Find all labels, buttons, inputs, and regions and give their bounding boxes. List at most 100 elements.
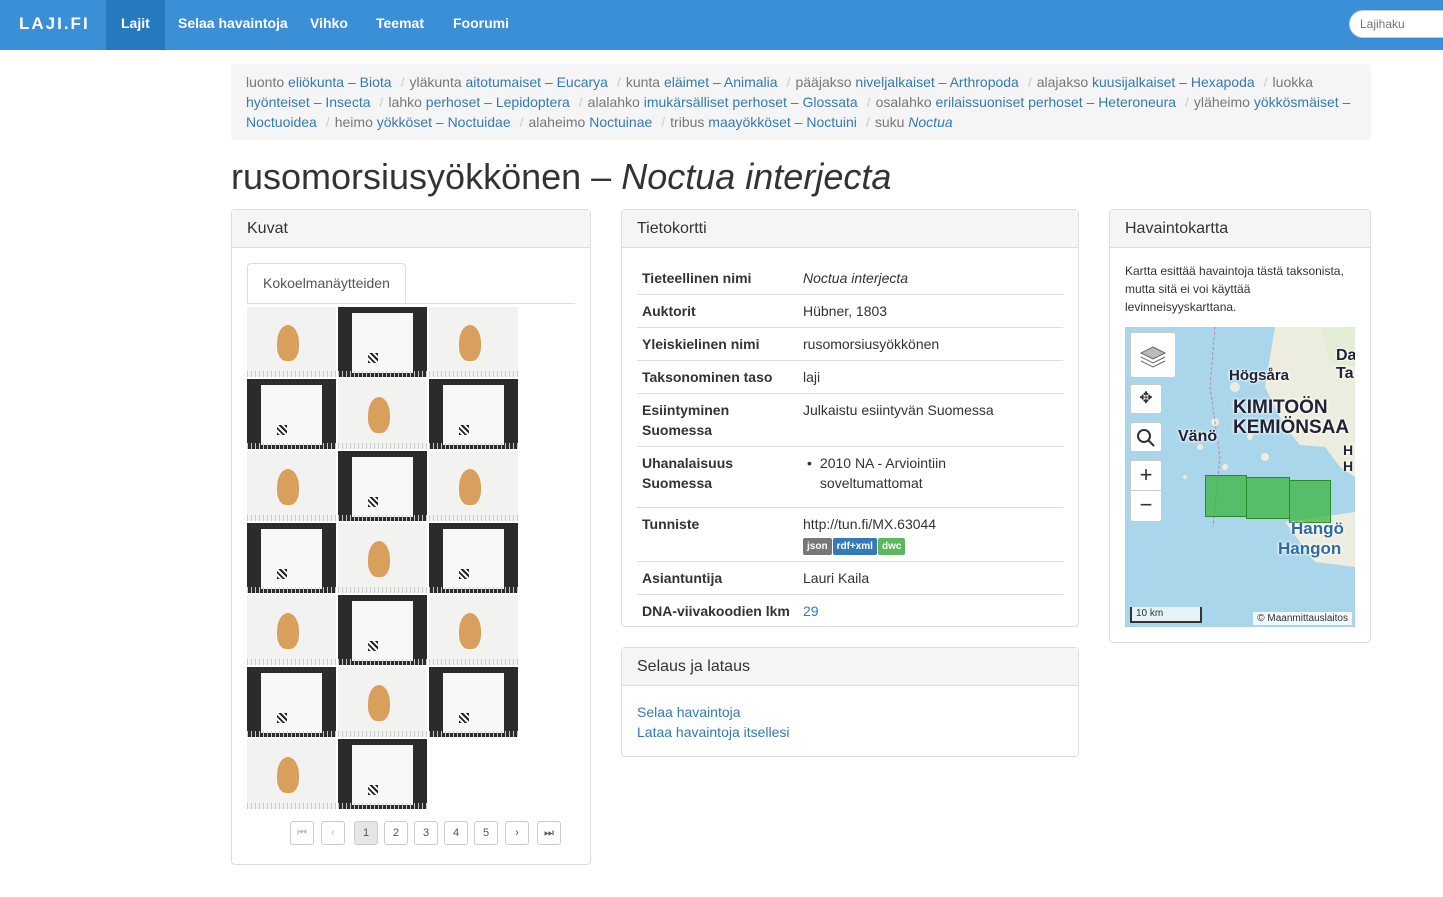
breadcrumb-link[interactable]: eliökunta – Biota — [288, 74, 392, 90]
breadcrumb-link[interactable]: hyönteiset – Insecta — [246, 94, 371, 110]
zoom-in-button[interactable]: + — [1131, 461, 1161, 491]
scale-ruler — [247, 731, 336, 737]
breadcrumb-rank: alalahko — [587, 94, 640, 110]
browse-download-panel: Selaus ja lataus Selaa havaintoja Lataa … — [621, 647, 1079, 757]
breadcrumb-link[interactable]: kuusijalkaiset – Hexapoda — [1092, 74, 1255, 90]
observation-grid-cell[interactable] — [1246, 477, 1290, 519]
breadcrumb-rank: osalahko — [875, 94, 932, 110]
layers-button[interactable] — [1130, 332, 1176, 378]
tab-divider — [247, 303, 575, 304]
rdf-xml-badge[interactable]: rdf+xml — [832, 538, 877, 555]
nav-item-foorumi[interactable]: Foorumi — [438, 0, 524, 50]
species-search-input[interactable] — [1349, 10, 1443, 38]
moth-specimen-icon — [459, 325, 481, 361]
crosshair-icon: ✥ — [1139, 390, 1153, 407]
specimen-thumbnail[interactable] — [429, 595, 518, 665]
scale-ruler — [429, 659, 518, 665]
scale-ruler — [429, 731, 518, 737]
pager-next-icon[interactable]: › — [505, 821, 529, 845]
specimen-thumbnail[interactable] — [429, 451, 518, 521]
breadcrumb-link[interactable]: Noctua — [908, 114, 952, 130]
specimen-thumbnail[interactable] — [429, 667, 518, 737]
breadcrumb-link[interactable]: aitotumaiset – Eucarya — [466, 74, 608, 90]
pager-page-2[interactable]: 2 — [384, 821, 408, 845]
moth-specimen-icon — [277, 469, 299, 505]
locate-button[interactable]: ✥ — [1130, 384, 1162, 414]
specimen-thumbnail[interactable] — [429, 379, 518, 449]
specimen-thumbnail[interactable] — [338, 379, 427, 449]
observation-grid-cell[interactable] — [1289, 480, 1331, 523]
breadcrumb-link[interactable]: yökköset – Noctuidae — [377, 114, 511, 130]
specimen-thumbnail[interactable] — [247, 307, 336, 377]
map-label-hango: Hangö — [1291, 519, 1344, 538]
pager-page-3[interactable]: 3 — [414, 821, 438, 845]
breadcrumb-link[interactable]: imukärsälliset perhoset – Glossata — [644, 94, 858, 110]
title-vernacular: rusomorsiusyökkönen — [231, 156, 582, 197]
specimen-thumbnail[interactable] — [247, 451, 336, 521]
specimen-thumbnail[interactable] — [247, 595, 336, 665]
observation-map[interactable]: Högsåra KIMITOÖN KEMIÖNSAA Vänö Hangö Ha… — [1125, 327, 1355, 627]
moth-specimen-icon — [368, 541, 390, 577]
breadcrumb-item: alajakso kuusijalkaiset – Hexapoda — [1037, 74, 1255, 90]
observation-grid-cell[interactable] — [1205, 475, 1247, 517]
zoom-out-button[interactable]: − — [1131, 491, 1161, 521]
json-badge[interactable]: json — [803, 538, 832, 555]
nav-item-teemat[interactable]: Teemat — [361, 0, 439, 50]
specimen-thumbnail[interactable] — [429, 307, 518, 377]
layers-icon — [1139, 346, 1167, 368]
breadcrumb-item: osalahko erilaissuoniset perhoset – Hete… — [876, 94, 1176, 110]
specimen-thumbnail[interactable] — [247, 379, 336, 449]
breadcrumb-link[interactable]: erilaissuoniset perhoset – Heteroneura — [936, 94, 1176, 110]
specimen-thumbnail[interactable] — [429, 523, 518, 593]
browse-observations-link[interactable]: Selaa havaintoja — [637, 704, 741, 720]
specimen-thumbnail[interactable] — [247, 667, 336, 737]
breadcrumb-link[interactable]: maayökköset – Noctuini — [708, 114, 857, 130]
specimen-label-card — [443, 385, 504, 445]
download-observations-link[interactable]: Lataa havaintoja itsellesi — [637, 724, 790, 740]
info-card-panel: Tietokortti Tieteellinen nimi Noctua int… — [621, 209, 1079, 627]
scale-ruler — [338, 515, 427, 521]
specimen-thumbnail[interactable] — [338, 451, 427, 521]
map-label-da: Da — [1336, 347, 1355, 364]
breadcrumb-rank: pääjakso — [795, 74, 852, 90]
breadcrumb-separator: / — [661, 114, 666, 130]
nav-item-selaa-havaintoja[interactable]: Selaa havaintoja — [163, 0, 303, 50]
specimen-thumbnail[interactable] — [338, 307, 427, 377]
specimen-thumbnail[interactable] — [247, 523, 336, 593]
brand-logo[interactable]: LAJI.FI — [19, 14, 90, 34]
nav-item-vihko[interactable]: Vihko — [295, 0, 363, 50]
specimen-thumbnail[interactable] — [338, 667, 427, 737]
dwc-badge[interactable]: dwc — [877, 538, 906, 555]
breadcrumb-item: kunta eläimet – Animalia — [626, 74, 778, 90]
breadcrumb-separator: / — [1263, 74, 1268, 90]
breadcrumb-link[interactable]: eläimet – Animalia — [664, 74, 778, 90]
specimen-thumbnail[interactable] — [247, 739, 336, 809]
breadcrumb-item: suku Noctua — [875, 114, 953, 130]
specimen-thumbnail[interactable] — [338, 595, 427, 665]
breadcrumb-link[interactable]: perhoset – Lepidoptera — [426, 94, 570, 110]
qr-code-icon — [277, 713, 287, 723]
observation-map-heading: Havaintokartta — [1110, 210, 1370, 248]
breadcrumb-separator: / — [865, 114, 870, 130]
pager-page-1[interactable]: 1 — [354, 821, 378, 845]
pager-page-4[interactable]: 4 — [444, 821, 468, 845]
breadcrumb-link[interactable]: niveljalkaiset – Arthropoda — [855, 74, 1018, 90]
moth-specimen-icon — [277, 757, 299, 793]
dna-count-link[interactable]: 29 — [803, 603, 819, 619]
specimen-thumbnail[interactable] — [338, 523, 427, 593]
pager-page-5[interactable]: 5 — [474, 821, 498, 845]
map-search-button[interactable] — [1130, 422, 1162, 452]
pager-prev-icon[interactable]: ‹ — [321, 821, 345, 845]
nav-item-lajit[interactable]: Lajit — [106, 0, 165, 50]
map-label-hangon: Hangon — [1278, 539, 1342, 558]
browse-download-heading: Selaus ja lataus — [622, 648, 1078, 686]
pager-first-icon[interactable]: ⏮ — [290, 821, 314, 845]
pager-last-icon[interactable]: ⏭ — [537, 821, 561, 845]
moth-specimen-icon — [459, 613, 481, 649]
breadcrumb-link[interactable]: Noctuinae — [589, 114, 652, 130]
tab-collection-specimens[interactable]: Kokoelmanäytteiden — [247, 263, 406, 304]
specimen-thumbnail[interactable] — [338, 739, 427, 809]
specimen-label-card — [352, 457, 413, 517]
map-label-hogsara: Högsåra — [1229, 367, 1290, 384]
breadcrumb-rank: yläheimo — [1193, 94, 1250, 110]
